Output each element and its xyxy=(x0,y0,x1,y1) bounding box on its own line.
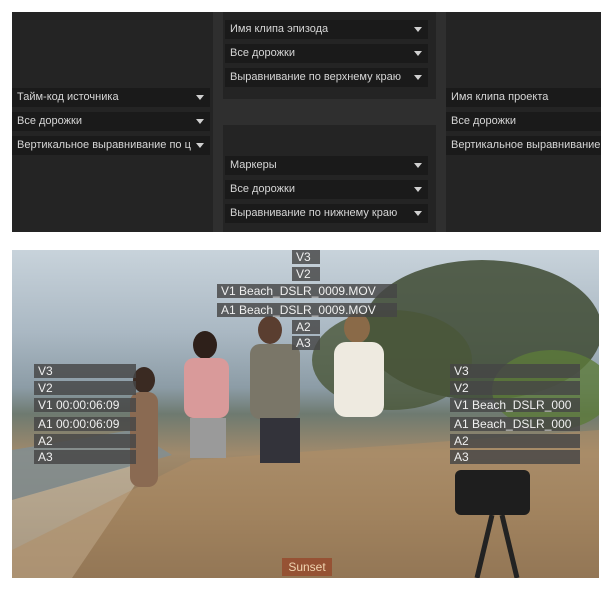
overlay-track-a2: A2 xyxy=(450,434,580,448)
dropdown-label: Все дорожки xyxy=(451,115,516,127)
middle-top-dropdown-1[interactable]: Имя клипа эпизода xyxy=(225,20,428,39)
chevron-down-icon xyxy=(196,119,204,124)
dropdown-label: Все дорожки xyxy=(17,115,82,127)
chevron-down-icon xyxy=(414,27,422,32)
dropdown-label: Маркеры xyxy=(230,159,277,171)
chevron-down-icon xyxy=(414,75,422,80)
chevron-down-icon xyxy=(414,187,422,192)
video-preview[interactable]: V3 V2 V1 Beach_DSLR_0009.MOV A1 Beach_DS… xyxy=(12,250,599,578)
left-dropdown-3[interactable]: Вертикальное выравнивание по ц xyxy=(12,136,210,155)
middle-bottom-dropdown-3[interactable]: Выравнивание по нижнему краю xyxy=(225,204,428,223)
dropdown-label: Все дорожки xyxy=(230,47,295,59)
dropdown-label: Выравнивание по верхнему краю xyxy=(230,71,401,83)
right-dropdown-1[interactable]: Имя клипа проекта xyxy=(446,88,601,107)
overlay-track-v2: V2 xyxy=(450,381,580,395)
overlay-track-a1: A1 00:00:06:09 xyxy=(34,417,136,431)
middle-top-dropdown-2[interactable]: Все дорожки xyxy=(225,44,428,63)
overlay-track-v3: V3 xyxy=(292,250,320,264)
dropdown-label: Вертикальное выравнивание по ц xyxy=(17,139,191,151)
column-divider xyxy=(213,12,223,232)
overlay-track-a2: A2 xyxy=(292,320,320,334)
dropdown-label: Все дорожки xyxy=(230,183,295,195)
overlay-track-a1: A1 Beach_DSLR_000 xyxy=(450,417,580,431)
overlay-track-a3: A3 xyxy=(34,450,136,464)
chevron-down-icon xyxy=(196,143,204,148)
dropdown-label: Имя клипа эпизода xyxy=(230,23,329,35)
overlay-track-v1: V1 Beach_DSLR_0009.MOV xyxy=(217,284,397,298)
chevron-down-icon xyxy=(196,95,204,100)
overlay-settings-panel: Имя клипа эпизода Все дорожки Выравниван… xyxy=(12,12,601,232)
dropdown-label: Тайм-код источника xyxy=(17,91,119,103)
left-dropdown-1[interactable]: Тайм-код источника xyxy=(12,88,210,107)
right-dropdown-3[interactable]: Вертикальное выравнивание xyxy=(446,136,601,155)
overlay-track-v2: V2 xyxy=(292,267,320,281)
middle-top-dropdown-3[interactable]: Выравнивание по верхнему краю xyxy=(225,68,428,87)
overlay-track-v1: V1 00:00:06:09 xyxy=(34,398,136,412)
right-dropdown-2[interactable]: Все дорожки xyxy=(446,112,601,131)
chevron-down-icon xyxy=(414,163,422,168)
dropdown-label: Имя клипа проекта xyxy=(451,91,549,103)
overlay-track-v3: V3 xyxy=(34,364,136,378)
overlay-track-v1: V1 Beach_DSLR_000 xyxy=(450,398,580,412)
dropdown-label: Вертикальное выравнивание xyxy=(451,139,601,151)
beach-scene-image xyxy=(12,260,599,578)
middle-bottom-dropdown-2[interactable]: Все дорожки xyxy=(225,180,428,199)
overlay-track-a1: A1 Beach_DSLR_0009.MOV xyxy=(217,303,397,317)
dropdown-label: Выравнивание по нижнему краю xyxy=(230,207,398,219)
marker-label: Sunset xyxy=(282,558,332,576)
overlay-track-v2: V2 xyxy=(34,381,136,395)
column-divider xyxy=(436,12,446,232)
overlay-track-a2: A2 xyxy=(34,434,136,448)
overlay-track-v3: V3 xyxy=(450,364,580,378)
overlay-track-a3: A3 xyxy=(450,450,580,464)
overlay-track-a3: A3 xyxy=(292,336,320,350)
chevron-down-icon xyxy=(414,211,422,216)
middle-bottom-dropdown-1[interactable]: Маркеры xyxy=(225,156,428,175)
middle-group-divider xyxy=(223,99,436,125)
chevron-down-icon xyxy=(414,51,422,56)
left-dropdown-2[interactable]: Все дорожки xyxy=(12,112,210,131)
